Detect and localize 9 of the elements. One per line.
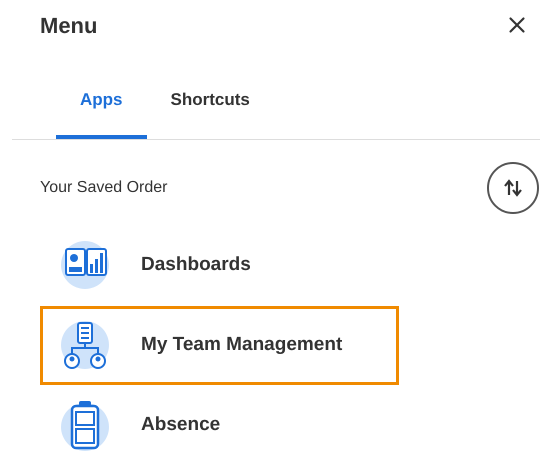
sort-icon (502, 176, 524, 198)
tab[interactable]: Apps (56, 87, 146, 138)
app-item[interactable]: Absence (40, 386, 399, 458)
menu-title: Menu (40, 12, 98, 40)
section-label: Your Saved Order (40, 178, 168, 198)
app-item[interactable]: Dashboards (40, 226, 399, 304)
tab[interactable]: Shortcuts (146, 87, 274, 138)
app-item[interactable]: My Team Management (40, 306, 399, 384)
sort-button[interactable] (487, 162, 539, 214)
